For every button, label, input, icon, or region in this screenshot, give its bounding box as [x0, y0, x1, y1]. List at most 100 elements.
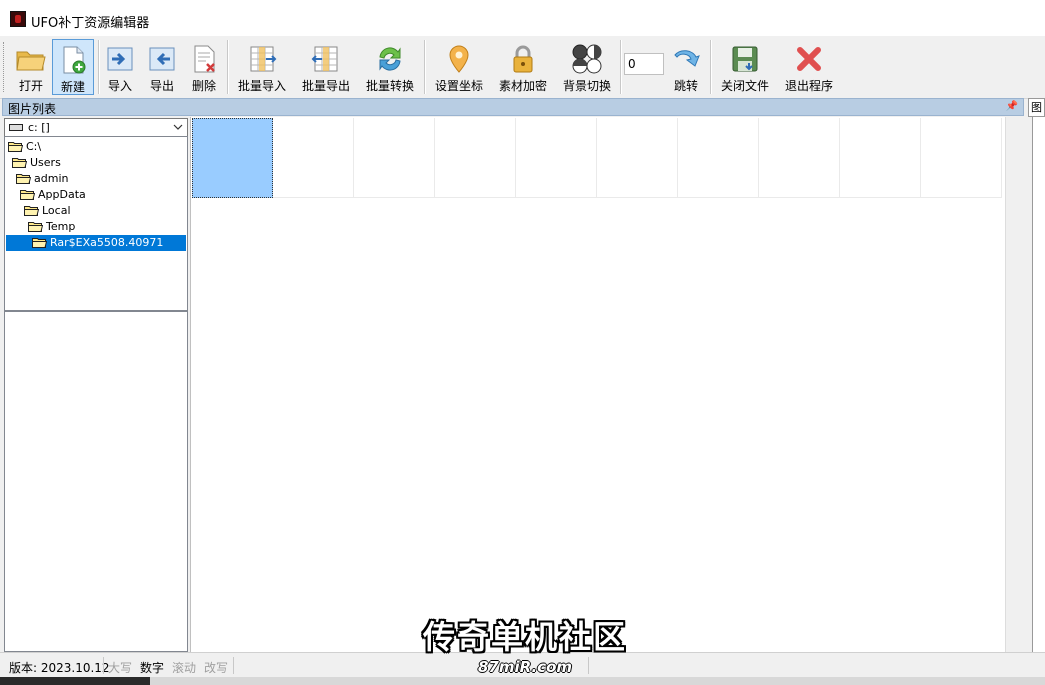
- image-cell[interactable]: [354, 118, 435, 198]
- background-switch-icon: [572, 44, 602, 74]
- image-cell[interactable]: [435, 118, 516, 198]
- import-icon: [107, 47, 133, 71]
- image-cell[interactable]: [192, 118, 273, 198]
- image-cell[interactable]: [840, 118, 921, 198]
- image-list-panel-header: 图片列表 📌: [2, 98, 1024, 116]
- close-file-label: 关闭文件: [720, 79, 769, 93]
- folder-open-icon: [12, 158, 27, 168]
- drive-select[interactable]: c: []: [4, 118, 188, 137]
- background-switch-label: 背景切换: [562, 79, 611, 93]
- tree-item-rar-temp[interactable]: Rar$EXa5508.40971: [6, 235, 186, 251]
- delete-label: 删除: [191, 79, 216, 93]
- status-caps: 大写: [108, 661, 133, 675]
- batch-import-label: 批量导入: [237, 79, 286, 93]
- export-button[interactable]: 导出: [143, 39, 181, 95]
- tree-item-users[interactable]: Users: [12, 155, 62, 171]
- folder-open-icon: [16, 51, 46, 71]
- exit-program-label: 退出程序: [784, 79, 833, 93]
- import-button[interactable]: 导入: [101, 39, 139, 95]
- tree-item-admin[interactable]: admin: [16, 171, 69, 187]
- file-list-box[interactable]: [4, 311, 188, 652]
- image-cell[interactable]: [678, 118, 759, 198]
- chevron-down-icon: [173, 124, 183, 130]
- status-num: 数字: [140, 661, 165, 675]
- folder-open-icon: [16, 174, 31, 184]
- tree-item-local[interactable]: Local: [24, 203, 72, 219]
- open-button[interactable]: 打开: [9, 39, 53, 95]
- folder-open-icon: [28, 222, 43, 232]
- right-dock-tab[interactable]: 图: [1028, 98, 1045, 117]
- exit-program-button[interactable]: 退出程序: [780, 39, 838, 95]
- app-window: UFO补丁资源编辑器 打开 新建 导入 导出 删除 批量导入 批量导出 批量转换…: [0, 0, 1045, 685]
- toolbar-separator: [98, 40, 100, 94]
- batch-convert-label: 批量转换: [365, 79, 414, 93]
- left-panel: c: [] C:\ Users admin AppData Local Temp: [4, 117, 188, 652]
- toolbar: 打开 新建 导入 导出 删除 批量导入 批量导出 批量转换 设置坐标 素材加密 …: [0, 36, 1045, 99]
- encrypt-assets-button[interactable]: 素材加密: [494, 39, 552, 95]
- folder-open-icon: [20, 190, 35, 200]
- close-file-button[interactable]: 关闭文件: [716, 39, 774, 95]
- tree-item-appdata[interactable]: AppData: [20, 187, 87, 203]
- image-cell[interactable]: [273, 118, 354, 198]
- jump-number-input[interactable]: 0: [624, 53, 664, 75]
- exit-x-icon: [797, 47, 821, 71]
- pin-icon[interactable]: 📌: [1006, 101, 1018, 112]
- batch-import-icon: [250, 46, 277, 72]
- encrypt-assets-label: 素材加密: [498, 79, 547, 93]
- batch-import-button[interactable]: 批量导入: [233, 39, 291, 95]
- new-button[interactable]: 新建: [52, 39, 94, 95]
- status-divider: [233, 657, 234, 674]
- toolbar-separator: [710, 40, 712, 94]
- export-label: 导出: [149, 79, 174, 93]
- folder-tree: C:\ Users admin AppData Local Temp Rar$E…: [4, 136, 188, 311]
- panel-title: 图片列表: [8, 102, 57, 116]
- folder-open-icon: [24, 206, 39, 216]
- watermark-url: 87miR.com: [478, 658, 572, 676]
- batch-convert-button[interactable]: 批量转换: [361, 39, 419, 95]
- location-pin-icon: [449, 45, 469, 73]
- delete-button[interactable]: 删除: [185, 39, 223, 95]
- open-label: 打开: [18, 79, 43, 93]
- toolbar-separator: [620, 40, 622, 94]
- new-label: 新建: [60, 80, 85, 94]
- status-divider: [103, 657, 104, 674]
- jump-arrow-icon: [674, 50, 700, 67]
- image-cell[interactable]: [516, 118, 597, 198]
- save-close-icon: [732, 46, 758, 72]
- set-coordinates-button[interactable]: 设置坐标: [430, 39, 488, 95]
- status-overwrite: 改写: [204, 661, 229, 675]
- jump-label: 跳转: [673, 79, 698, 93]
- batch-export-button[interactable]: 批量导出: [297, 39, 355, 95]
- import-label: 导入: [107, 79, 132, 93]
- toolbar-grip[interactable]: [3, 42, 7, 92]
- window-title: UFO补丁资源编辑器: [31, 16, 150, 31]
- toolbar-separator: [424, 40, 426, 94]
- status-version: 版本: 2023.10.12: [9, 661, 110, 675]
- watermark: 传奇单机社区 87miR.com: [420, 612, 630, 684]
- image-cell[interactable]: [921, 118, 1002, 198]
- toolbar-separator: [227, 40, 229, 94]
- batch-export-icon: [311, 46, 338, 72]
- export-icon: [149, 47, 175, 71]
- title-bar: UFO补丁资源编辑器: [0, 0, 1045, 36]
- set-coordinates-label: 设置坐标: [434, 79, 483, 93]
- tree-item-c[interactable]: C:\: [8, 139, 42, 155]
- drive-label: c: []: [28, 121, 50, 134]
- app-icon: [10, 11, 26, 27]
- status-scroll: 滚动: [172, 661, 197, 675]
- background-switch-button[interactable]: 背景切换: [558, 39, 616, 95]
- tree-item-temp[interactable]: Temp: [28, 219, 76, 235]
- image-cell[interactable]: [597, 118, 678, 198]
- right-dock-panel: [1032, 117, 1045, 652]
- vertical-scrollbar[interactable]: [1005, 117, 1032, 652]
- new-file-icon: [63, 46, 86, 74]
- batch-convert-icon: [379, 47, 401, 71]
- jump-button[interactable]: 跳转: [666, 39, 706, 95]
- batch-export-label: 批量导出: [301, 79, 350, 93]
- drive-icon: [9, 124, 23, 131]
- watermark-title: 传奇单机社区: [422, 618, 627, 656]
- delete-file-icon: [194, 45, 215, 73]
- folder-open-icon: [32, 238, 47, 248]
- image-cell[interactable]: [759, 118, 840, 198]
- image-grid[interactable]: [190, 117, 1005, 652]
